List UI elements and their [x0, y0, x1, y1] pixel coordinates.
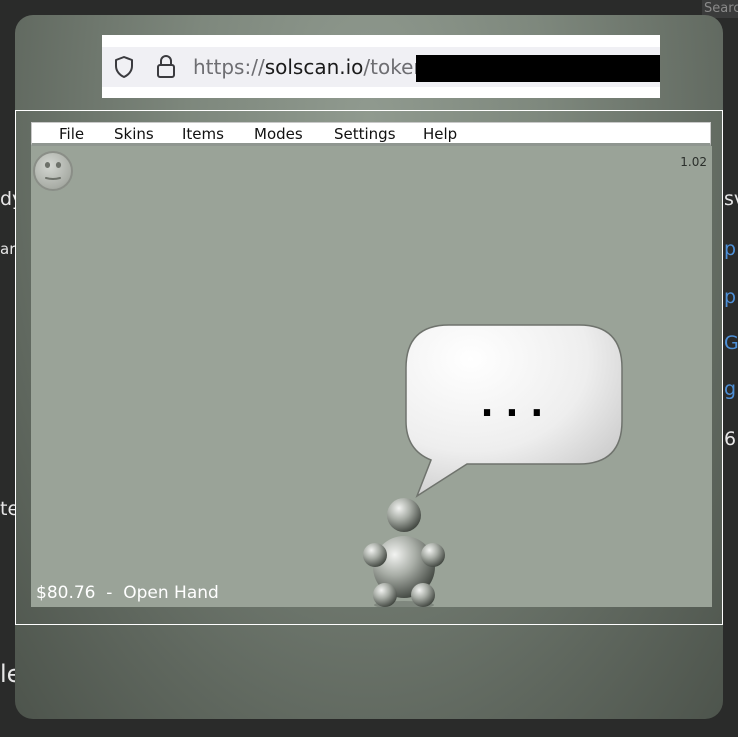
menu-help[interactable]: Help: [423, 125, 457, 143]
game-frame: File Skins Items Modes Settings Help 1.0…: [15, 110, 723, 625]
menu-items[interactable]: Items: [182, 125, 224, 143]
game-canvas[interactable]: 1.02 ... $80.76 - Open Hand: [31, 146, 712, 607]
address-bar: https://solscan.io/token/: [102, 35, 660, 98]
url-host: solscan.io: [264, 55, 364, 79]
balance-value: $80.76: [36, 583, 96, 603]
status-line: $80.76 - Open Hand: [36, 583, 219, 603]
smiley-face-icon[interactable]: [33, 151, 73, 191]
character-figure[interactable]: [361, 493, 447, 607]
speech-bubble: ...: [405, 324, 623, 498]
background-link-1: p: [724, 238, 737, 260]
menu-settings[interactable]: Settings: [334, 125, 396, 143]
background-link-3: G: [724, 332, 738, 354]
background-link-2: p: [724, 286, 737, 308]
speech-text: ...: [476, 381, 551, 425]
shield-icon[interactable]: [112, 55, 136, 79]
url-field[interactable]: https://solscan.io/token/: [102, 47, 660, 87]
url-scheme: https://: [193, 55, 265, 79]
version-label: 1.02: [680, 155, 707, 169]
game-overlay-window: https://solscan.io/token/ File Skins Ite…: [15, 15, 723, 719]
lock-icon[interactable]: [154, 54, 178, 80]
menu-bar: File Skins Items Modes Settings Help: [31, 122, 711, 146]
background-text-6: 6: [724, 428, 737, 450]
background-text-5: sv: [724, 188, 738, 210]
menu-modes[interactable]: Modes: [254, 125, 303, 143]
background-link-4: g: [724, 378, 737, 400]
redacted-token-address: [416, 55, 660, 82]
url-text: https://solscan.io/token/: [193, 54, 433, 80]
menu-file[interactable]: File: [59, 125, 84, 143]
status-separator: -: [106, 583, 113, 603]
mode-label: Open Hand: [123, 583, 219, 603]
menu-skins[interactable]: Skins: [114, 125, 154, 143]
